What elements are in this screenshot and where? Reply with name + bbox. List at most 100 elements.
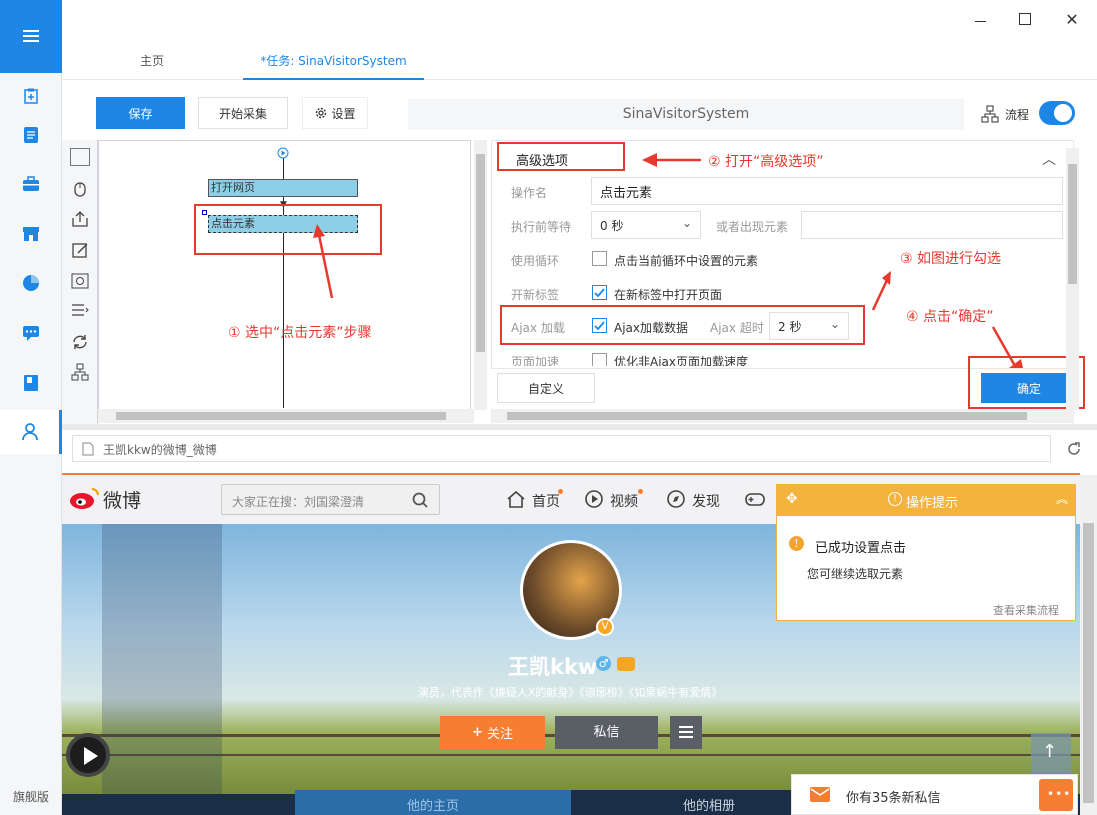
game-icon [745, 493, 765, 506]
check-icon [594, 288, 605, 298]
nav-messages[interactable] [0, 311, 62, 355]
speed-checkbox[interactable] [592, 353, 607, 366]
briefcase-icon [23, 176, 39, 191]
annotation-2: ② 打开“高级选项” [708, 154, 824, 170]
tool-input-icon[interactable] [71, 241, 89, 259]
tool-open-page-icon[interactable] [70, 148, 90, 166]
tool-select-icon[interactable] [71, 303, 89, 319]
vip-icon [617, 657, 635, 671]
loop-text: 点击当前循环中设置的元素 [614, 254, 759, 268]
flow-step-open-page[interactable]: 打开网页 [208, 179, 358, 197]
message-bar[interactable]: 你有35条新私信 ••• [791, 774, 1078, 815]
nav-store[interactable] [0, 212, 62, 256]
flow-toggle[interactable] [1039, 101, 1075, 125]
follow-button[interactable]: + 关注 [440, 716, 545, 749]
message-button[interactable]: 私信 [555, 716, 658, 749]
wait-select[interactable]: 0 秒 ⌄ [591, 211, 701, 239]
annotation-box-advanced [497, 142, 625, 171]
clipboard-add-icon [24, 88, 38, 104]
male-icon: ♂ [596, 656, 611, 671]
flow-vscroll[interactable] [474, 140, 487, 410]
tip-line1: 已成功设置点击 [815, 541, 907, 556]
collapse-chevron-icon[interactable]: ︿ [1042, 149, 1056, 169]
play-button[interactable] [66, 733, 110, 777]
chat-button[interactable]: ••• [1039, 779, 1073, 811]
loop-label: 使用循环 [511, 254, 560, 268]
document-icon [24, 127, 38, 143]
speed-text: 优化非Ajax页面加载速度 [614, 355, 748, 366]
flow-hscroll[interactable] [98, 409, 474, 423]
nav-tasks[interactable] [0, 113, 62, 157]
tool-recognize-icon[interactable] [71, 272, 89, 290]
speed-label: 页面加速 [511, 355, 560, 366]
wait-value: 0 秒 [600, 218, 624, 233]
weibo-logo-text[interactable]: 微博 [103, 486, 141, 513]
weibo-search-placeholder: 大家正在搜：刘国梁澄清 [232, 495, 365, 509]
save-button[interactable]: 保存 [96, 97, 185, 129]
advanced-vscroll[interactable] [1066, 148, 1079, 410]
tab-task[interactable]: *任务: SinaVisitorSystem [243, 52, 424, 80]
refresh-icon[interactable] [1066, 441, 1082, 457]
wait-label: 执行前等待 [511, 220, 572, 234]
move-icon[interactable]: ✥ [786, 491, 798, 507]
annotation-arrow-2 [642, 153, 701, 167]
op-name-label: 操作名 [511, 186, 548, 200]
plus-icon: + [472, 725, 483, 740]
tool-click-icon[interactable] [72, 179, 88, 197]
task-name-field[interactable]: SinaVisitorSystem [408, 99, 964, 130]
weibo-logo-icon[interactable] [68, 485, 100, 511]
nav-stats[interactable] [0, 261, 62, 305]
edition-label: 旗舰版 [12, 790, 49, 804]
user-icon [21, 423, 38, 441]
newtab-label: 开新标签 [511, 288, 560, 302]
view-flow-link[interactable]: 查看采集流程 [993, 602, 1059, 618]
tool-loop-icon[interactable] [71, 333, 89, 351]
settings-button[interactable]: 设置 [302, 97, 368, 129]
advanced-hscroll[interactable] [491, 409, 1074, 423]
nav-new-task[interactable] [0, 74, 62, 118]
weibo-search-input[interactable]: 大家正在搜：刘国梁澄清 [221, 484, 440, 515]
annotation-arrow-1 [313, 224, 334, 299]
home-icon [507, 490, 525, 508]
newtab-checkbox[interactable] [592, 285, 607, 300]
newtab-text: 在新标签中打开页面 [614, 288, 723, 302]
weibo-nav-discover[interactable]: 发现 [692, 491, 720, 511]
tip-line2: 您可继续选取元素 [807, 567, 904, 581]
splitter[interactable] [62, 424, 1097, 430]
mail-icon [810, 787, 830, 802]
collapse-icon[interactable]: ︽ [1056, 490, 1068, 507]
chevron-down-icon: ⌄ [681, 216, 692, 230]
book-icon [24, 375, 38, 391]
chat-icon [23, 326, 39, 341]
nav-toolbox[interactable] [0, 162, 62, 206]
address-bar[interactable]: 王凯kkw的微博_微博 [72, 435, 1051, 462]
custom-button[interactable]: 自定义 [497, 373, 595, 403]
browser-vscroll[interactable] [1080, 475, 1097, 815]
more-button[interactable] [670, 716, 702, 749]
verified-badge-icon: V [596, 618, 614, 636]
chat-bubble-icon: ••• [1047, 787, 1072, 801]
search-icon[interactable] [412, 492, 428, 508]
back-to-top-button[interactable]: ↑ [1031, 733, 1071, 773]
menu-button[interactable] [0, 0, 62, 73]
tab-home[interactable]: 主页 [102, 52, 202, 80]
store-icon [23, 227, 39, 241]
discover-icon [667, 490, 685, 508]
start-collect-button[interactable]: 开始采集 [198, 97, 288, 129]
notification-dot [558, 489, 563, 494]
weibo-nav-video[interactable]: 视频 [610, 491, 638, 511]
or-element-input[interactable] [801, 211, 1063, 239]
tip-header: ✥ ! 操作提示 ︽ [776, 484, 1076, 516]
video-icon [585, 490, 603, 508]
warning-icon: ! [789, 536, 804, 551]
weibo-nav-home[interactable]: 首页 [532, 491, 560, 511]
tool-extract-icon[interactable] [71, 210, 89, 228]
nav-tutorial[interactable] [0, 361, 62, 405]
loop-checkbox[interactable] [592, 251, 607, 266]
nav-account[interactable] [0, 410, 62, 454]
tool-branch-icon[interactable] [71, 363, 89, 381]
flow-icon [981, 105, 999, 123]
op-name-input[interactable]: 点击元素 [591, 177, 1063, 205]
tab-his-home[interactable]: 他的主页 [295, 790, 571, 815]
info-icon: ! [888, 492, 902, 506]
